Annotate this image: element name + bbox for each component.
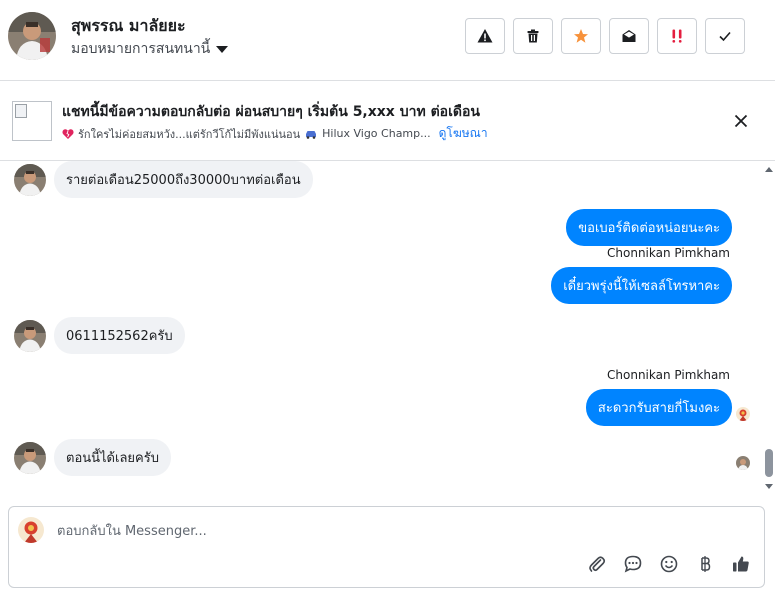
contact-avatar[interactable]	[8, 12, 56, 60]
assign-conversation-dropdown[interactable]: มอบหมายการสนทนานี้	[71, 38, 229, 60]
paperclip-icon	[589, 556, 606, 572]
broken-heart-icon	[62, 128, 74, 139]
baht-icon	[701, 556, 711, 572]
star-button[interactable]	[561, 18, 601, 54]
outgoing-message-bubble: สะดวกรับสายกี่โมงคะ	[585, 389, 732, 426]
double-exclamation-icon	[672, 29, 682, 43]
chat-bubble-icon	[624, 555, 642, 573]
report-spam-button[interactable]	[465, 18, 505, 54]
close-icon	[734, 114, 748, 128]
trash-icon	[527, 29, 539, 43]
saved-replies-button[interactable]	[622, 553, 644, 575]
chat-scrollbar[interactable]	[763, 161, 775, 495]
seen-indicator-avatar	[736, 456, 750, 470]
incoming-message-row: ตอนนี้ได้เลยครับ	[14, 439, 171, 476]
scrollbar-thumb[interactable]	[765, 449, 773, 477]
delete-button[interactable]	[513, 18, 553, 54]
sender-name: Chonnikan Pimkham	[607, 246, 730, 260]
emoji-button[interactable]	[658, 553, 680, 575]
ad-title: แชทนี้มีข้อความตอบกลับต่อ ผ่อนสบายๆ เริ่…	[62, 104, 480, 120]
incoming-message-bubble: 0611152562ครับ	[54, 317, 185, 354]
page-avatar	[18, 517, 44, 543]
composer-toolbar	[586, 553, 752, 575]
attach-file-button[interactable]	[586, 553, 608, 575]
ad-banner: แชทนี้มีข้อความตอบกลับต่อ ผ่อนสบายๆ เริ่…	[0, 81, 775, 161]
outgoing-message-bubble: เดี๋ยวพรุ่งนี้ให้เซลล์โทรหาคะ	[551, 267, 732, 304]
like-button[interactable]	[730, 553, 752, 575]
contact-avatar-small	[14, 319, 46, 352]
payment-button[interactable]	[694, 553, 716, 575]
incoming-message-bubble: ตอนนี้ได้เลยครับ	[54, 439, 171, 476]
reply-composer	[8, 506, 765, 588]
contact-avatar-small	[14, 163, 46, 196]
view-ad-link[interactable]: ดูโฆษณา	[439, 124, 488, 143]
mark-done-button[interactable]	[705, 18, 745, 54]
incoming-message-row: รายต่อเดือน25000ถึง30000บาทต่อเดือน	[14, 161, 313, 198]
close-ad-button[interactable]	[731, 111, 751, 131]
thumbs-up-icon	[733, 556, 749, 572]
ad-product-text: Hilux Vigo Champ...	[322, 127, 431, 140]
smiley-icon	[660, 555, 678, 573]
conversation-toolbar	[465, 18, 745, 54]
assign-label: มอบหมายการสนทนานี้	[71, 41, 211, 57]
conversation-header: สุพรรณ มาลัยยะ มอบหมายการสนทนานี้	[0, 0, 775, 81]
reply-input[interactable]	[57, 521, 577, 541]
scroll-down-arrow-icon[interactable]	[765, 484, 773, 489]
star-icon	[574, 29, 588, 43]
ad-subtitle-text: รักใครไม่ค่อยสมหวัง...แต่รักวีโก้ไม่มีพั…	[78, 127, 301, 141]
envelope-open-icon	[622, 30, 636, 42]
warning-icon	[477, 29, 493, 43]
contact-name: สุพรรณ มาลัยยะ	[71, 16, 186, 35]
ad-subtitle: รักใครไม่ค่อยสมหวัง...แต่รักวีโก้ไม่มีพั…	[62, 124, 488, 143]
mark-unread-button[interactable]	[609, 18, 649, 54]
incoming-message-bubble: รายต่อเดือน25000ถึง30000บาทต่อเดือน	[54, 161, 313, 198]
outgoing-message-bubble: ขอเบอร์ติดต่อหน่อยนะคะ	[566, 209, 732, 246]
caret-down-icon	[216, 45, 229, 53]
ad-thumbnail[interactable]	[12, 101, 52, 141]
contact-avatar-small	[14, 441, 46, 474]
seen-indicator-avatar	[736, 407, 750, 421]
message-thread: รายต่อเดือน25000ถึง30000บาทต่อเดือน ขอเบ…	[0, 161, 775, 495]
check-icon	[719, 31, 731, 42]
sender-name: Chonnikan Pimkham	[607, 368, 730, 382]
follow-up-button[interactable]	[657, 18, 697, 54]
scroll-up-arrow-icon[interactable]	[765, 167, 773, 172]
incoming-message-row: 0611152562ครับ	[14, 317, 185, 354]
car-icon	[306, 130, 317, 139]
